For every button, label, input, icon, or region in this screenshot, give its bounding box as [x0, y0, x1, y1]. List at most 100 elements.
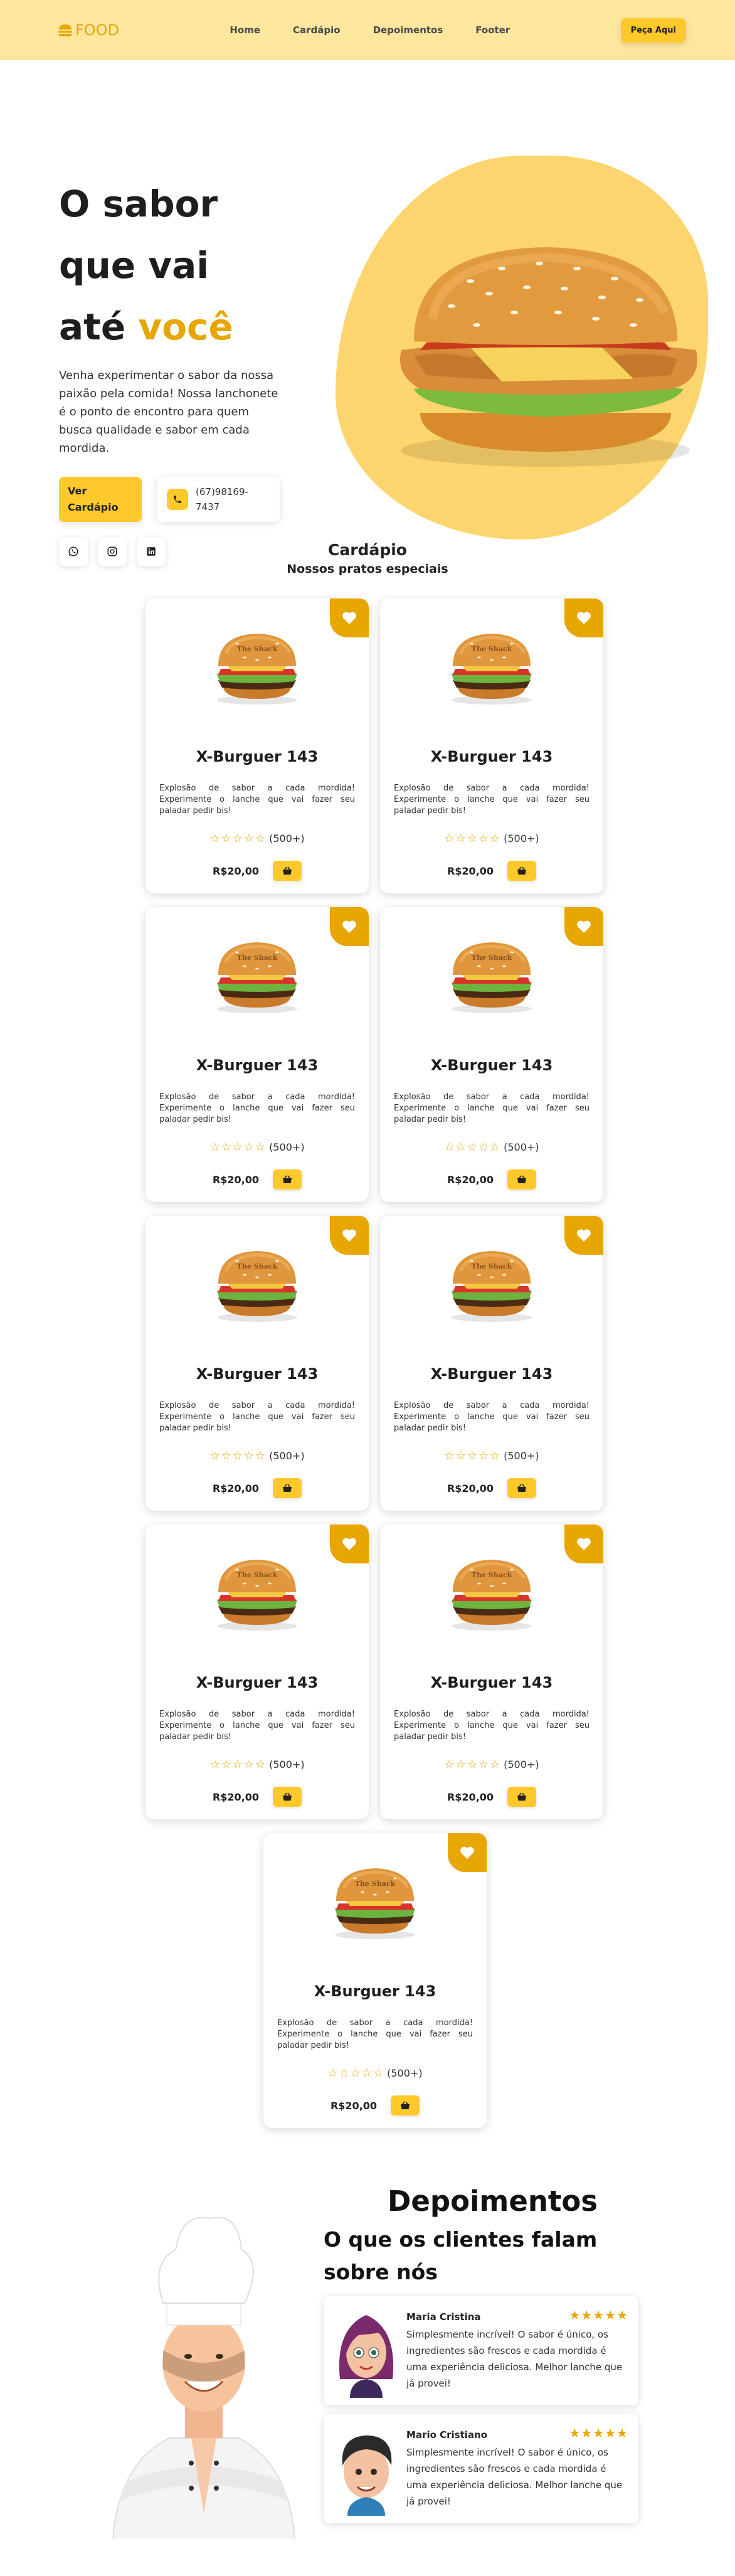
rating-count: (500+): [504, 1759, 539, 1770]
nav-depoimentos[interactable]: Depoimentos: [373, 24, 443, 36]
nav-home[interactable]: Home: [230, 24, 260, 36]
avatar-man: [342, 2435, 392, 2516]
phone-contact[interactable]: (67)98169-7437: [157, 477, 280, 522]
phone-icon: [167, 489, 188, 510]
testimonials-subtitle: O que os clientes falam sobre nós: [324, 2227, 598, 2284]
heart-icon: [342, 612, 356, 624]
rating-stars[interactable]: ☆☆☆☆☆: [209, 1449, 267, 1462]
item-name: X-Burguer 143: [430, 1674, 553, 1691]
menu-card[interactable]: The Shack X-Burguer 143 Explosão de sabo…: [145, 1216, 369, 1511]
item-description: Explosão de sabor a cada mordida! Experi…: [394, 1710, 590, 1742]
rating-stars[interactable]: ☆☆☆☆☆: [444, 1449, 501, 1462]
heart-icon: [577, 1229, 591, 1242]
item-footer: R$20,00: [380, 1478, 603, 1498]
nav-cardapio[interactable]: Cardápio: [293, 24, 341, 36]
favorite-button[interactable]: [448, 1833, 487, 1872]
favorite-button[interactable]: [330, 1216, 369, 1255]
item-description: Explosão de sabor a cada mordida! Experi…: [159, 1710, 355, 1742]
add-to-cart-button[interactable]: [273, 1169, 302, 1190]
rating-count: (500+): [269, 1759, 305, 1770]
favorite-button[interactable]: [564, 907, 603, 946]
basket-icon: [517, 1792, 527, 1801]
order-now-button[interactable]: Peça Aqui: [620, 18, 686, 43]
item-rating: ☆☆☆☆☆ (500+): [380, 1758, 603, 1771]
rating-stars[interactable]: ☆☆☆☆☆: [444, 832, 501, 845]
testimonial-card: Maria Cristina ★★★★★ Simplesmente incrív…: [324, 2296, 638, 2405]
favorite-button[interactable]: [330, 907, 369, 946]
basket-icon: [517, 866, 527, 875]
favorite-button[interactable]: [330, 1525, 369, 1563]
item-rating: ☆☆☆☆☆ (500+): [263, 2067, 487, 2080]
menu-card[interactable]: The Shack X-Burguer 143 Explosão de sabo…: [380, 1525, 603, 1819]
item-description: Explosão de sabor a cada mordida! Experi…: [159, 1092, 355, 1124]
item-name: X-Burguer 143: [196, 1056, 319, 1074]
item-footer: R$20,00: [380, 1169, 603, 1190]
hero-title-accent: você: [138, 306, 233, 348]
item-price: R$20,00: [212, 1173, 260, 1186]
menu-card[interactable]: The Shack X-Burguer 143 Explosão de sabo…: [145, 907, 369, 1202]
logo[interactable]: FOOD: [58, 21, 119, 39]
view-menu-button[interactable]: Ver Cardápio: [59, 477, 142, 522]
menu-card[interactable]: The Shack X-Burguer 143 Explosão de sabo…: [380, 599, 603, 893]
heart-icon: [460, 1846, 474, 1859]
add-to-cart-button[interactable]: [507, 861, 537, 881]
rating-stars[interactable]: ☆☆☆☆☆: [209, 832, 267, 845]
rating-stars[interactable]: ☆☆☆☆☆: [327, 2067, 384, 2080]
item-name: X-Burguer 143: [430, 1056, 553, 1074]
burger-logo-icon: [58, 24, 72, 36]
menu-title: Cardápio: [328, 541, 407, 559]
burger-image: The Shack: [452, 1560, 532, 1631]
rating-stars[interactable]: ☆☆☆☆☆: [444, 1141, 501, 1154]
favorite-button[interactable]: [330, 599, 369, 637]
testimonial-card: Mario Cristiano ★★★★★ Simplesmente incrí…: [324, 2414, 638, 2523]
item-description: Explosão de sabor a cada mordida! Experi…: [394, 784, 590, 816]
menu-card[interactable]: The Shack X-Burguer 143 Explosão de sabo…: [380, 907, 603, 1202]
add-to-cart-button[interactable]: [273, 861, 302, 881]
favorite-button[interactable]: [564, 599, 603, 637]
item-footer: R$20,00: [145, 1787, 369, 1807]
basket-icon: [517, 1175, 527, 1183]
item-footer: R$20,00: [145, 1169, 369, 1190]
add-to-cart-button[interactable]: [391, 2095, 420, 2116]
item-name: X-Burguer 143: [430, 1365, 553, 1383]
favorite-button[interactable]: [564, 1525, 603, 1563]
phone-number: (67)98169-7437: [196, 486, 248, 513]
svg-text:The Shack: The Shack: [472, 645, 512, 653]
rating-count: (500+): [504, 1141, 539, 1153]
menu-card[interactable]: The Shack X-Burguer 143 Explosão de sabo…: [263, 1833, 487, 2128]
item-price: R$20,00: [212, 1791, 260, 1803]
rating-count: (500+): [269, 833, 305, 844]
hero-title-line2: que vai: [59, 244, 209, 287]
add-to-cart-button[interactable]: [273, 1478, 302, 1498]
item-rating: ☆☆☆☆☆ (500+): [145, 1449, 369, 1462]
page-body: O sabor que vai até você Venha experimen…: [0, 60, 735, 2538]
heart-icon: [342, 920, 356, 933]
add-to-cart-button[interactable]: [273, 1787, 302, 1807]
favorite-button[interactable]: [564, 1216, 603, 1255]
menu-card[interactable]: The Shack X-Burguer 143 Explosão de sabo…: [145, 1525, 369, 1819]
burger-image: The Shack: [217, 1560, 297, 1631]
rating-stars[interactable]: ☆☆☆☆☆: [209, 1758, 267, 1771]
avatar-woman: [339, 2315, 394, 2398]
item-description: Explosão de sabor a cada mordida! Experi…: [159, 1401, 355, 1433]
heart-icon: [577, 920, 591, 933]
rating-stars[interactable]: ☆☆☆☆☆: [444, 1758, 501, 1771]
item-rating: ☆☆☆☆☆ (500+): [380, 832, 603, 845]
item-name: X-Burguer 143: [196, 1365, 319, 1383]
burger-image: The Shack: [217, 634, 297, 705]
nav-footer[interactable]: Footer: [475, 24, 510, 36]
menu-card[interactable]: The Shack X-Burguer 143 Explosão de sabo…: [380, 1216, 603, 1511]
menu-card[interactable]: The Shack X-Burguer 143 Explosão de sabo…: [145, 599, 369, 893]
add-to-cart-button[interactable]: [507, 1169, 537, 1190]
rating-stars[interactable]: ☆☆☆☆☆: [209, 1141, 267, 1154]
item-rating: ☆☆☆☆☆ (500+): [145, 832, 369, 845]
burger-image: The Shack: [335, 1868, 415, 1939]
add-to-cart-button[interactable]: [507, 1787, 537, 1807]
burger-image: The Shack: [452, 1251, 532, 1322]
item-rating: ☆☆☆☆☆ (500+): [380, 1141, 603, 1154]
testimonial-name: Mario Cristiano: [406, 2429, 488, 2440]
rating-count: (500+): [504, 1450, 539, 1462]
add-to-cart-button[interactable]: [507, 1478, 537, 1498]
testimonial-text: Simplesmente incrível! O sabor é único, …: [406, 2329, 623, 2389]
item-price: R$20,00: [447, 1482, 494, 1494]
